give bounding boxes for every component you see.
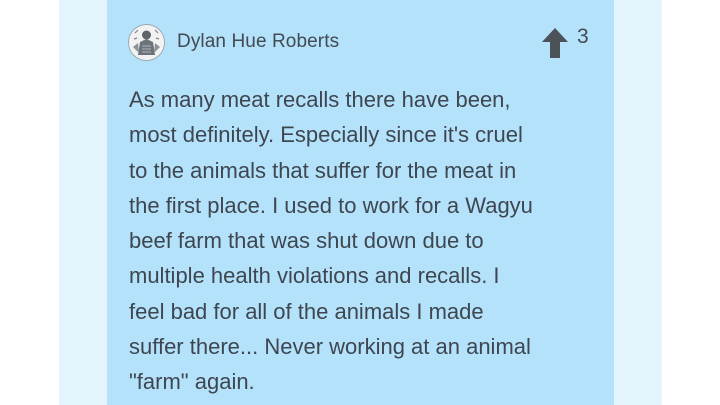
arrow-up-icon xyxy=(542,28,568,58)
comment-line: most definitely. Especially since it's c… xyxy=(129,122,523,148)
comment-line: to the animals that suffer for the meat … xyxy=(129,157,517,183)
engraving-avatar-icon xyxy=(129,25,164,60)
comment-line: suffer there... Never working at an anim… xyxy=(129,334,531,360)
avatar[interactable] xyxy=(129,25,164,60)
comment-line: beef farm that was shut down due to xyxy=(129,228,484,254)
comment-line: As many meat recalls there have been, xyxy=(129,87,511,112)
page: Dylan Hue Roberts 3 As many meat recalls… xyxy=(0,0,720,405)
comment-author[interactable]: Dylan Hue Roberts xyxy=(177,31,339,53)
comment-body: As many meat recalls there have been, mo… xyxy=(129,82,599,400)
vote-count: 3 xyxy=(577,25,589,48)
upvote-button[interactable] xyxy=(540,26,570,60)
comment-line: the first place. I used to work for a Wa… xyxy=(129,192,533,218)
comment-line: "farm" again. xyxy=(129,369,255,395)
comment-line: feel bad for all of the animals I made xyxy=(129,298,484,324)
comment-line: multiple health violations and recalls. … xyxy=(129,263,500,289)
